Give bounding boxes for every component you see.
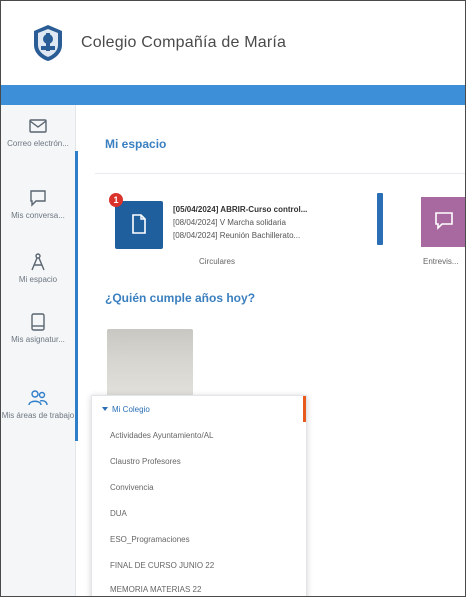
tree-item[interactable]: Claustro Profesores	[92, 448, 302, 474]
tree-item[interactable]: FINAL DE CURSO JUNIO 22	[92, 552, 302, 578]
users-icon	[28, 390, 48, 406]
tree-item-label: DUA	[110, 509, 127, 518]
dropdown-accent	[303, 396, 306, 422]
carousel-next-handle[interactable]	[377, 193, 383, 245]
tree-item-label: Mi Colegio	[112, 405, 150, 414]
circulares-card[interactable]: 1 [05/04/2024] ABRIR-Curso control... [0…	[109, 193, 387, 255]
sidebar-active-indicator	[75, 151, 78, 441]
tree-root-mi-colegio[interactable]: Mi Colegio	[92, 396, 302, 422]
app-title: Colegio Compañía de María	[81, 34, 287, 51]
tree-item-label: Actividades Ayuntamiento/AL	[110, 431, 214, 440]
school-logo	[34, 25, 62, 61]
tree-item-label: Claustro Profesores	[110, 457, 181, 466]
app-window: Colegio Compañía de María Correo electró…	[0, 0, 466, 597]
tree-item[interactable]: Convivencia	[92, 474, 302, 500]
divider	[95, 173, 465, 174]
card-caption: Entrevis...	[423, 257, 459, 266]
tree-item-label: ESO_Programaciones	[110, 535, 190, 544]
document-icon	[132, 214, 146, 234]
circular-item[interactable]: [08/04/2024] V Marcha solidaria	[173, 216, 383, 229]
circular-item[interactable]: [08/04/2024] Reunión Bachillerato...	[173, 229, 383, 242]
top-navigation-bar	[1, 85, 465, 105]
caret-down-icon	[102, 407, 108, 411]
sidebar-item-label: Mis asignatur...	[11, 335, 65, 344]
birthday-title: ¿Quién cumple años hoy?	[105, 291, 256, 305]
compass-icon	[31, 253, 45, 271]
sidebar-item-mail[interactable]: Correo electrón...	[1, 115, 75, 149]
header: Colegio Compañía de María	[1, 1, 465, 85]
workspace-dropdown: Mi Colegio Actividades Ayuntamiento/AL C…	[91, 395, 307, 596]
tree-item-label: MEMORIA MATERIAS 22	[110, 585, 202, 594]
sidebar-item-mi-espacio[interactable]: Mi espacio	[1, 251, 75, 285]
notification-badge: 1	[109, 193, 123, 207]
section-title: Mi espacio	[105, 137, 167, 151]
tree-item-label: FINAL DE CURSO JUNIO 22	[110, 561, 215, 570]
tree-item[interactable]: ESO_Programaciones	[92, 526, 302, 552]
sidebar-item-asignaturas[interactable]: Mis asignatur...	[1, 311, 75, 345]
entrevistas-tile[interactable]	[421, 197, 465, 247]
person-photo[interactable]	[107, 329, 193, 399]
sidebar-item-areas-trabajo[interactable]: Mis áreas de trabajo	[1, 387, 75, 421]
chat-icon	[30, 190, 46, 207]
card-caption: Circulares	[199, 257, 236, 266]
sidebar-item-conversations[interactable]: Mis conversa...	[1, 187, 75, 221]
tree-item[interactable]: MEMORIA MATERIAS 22	[92, 576, 302, 596]
chat-icon	[435, 212, 453, 230]
circular-list: [05/04/2024] ABRIR-Curso control... [08/…	[173, 203, 383, 242]
sidebar: Correo electrón... Mis conversa... Mi es…	[1, 105, 76, 596]
sidebar-item-label: Correo electrón...	[7, 139, 69, 148]
tablet-icon	[31, 313, 45, 331]
mail-icon	[29, 119, 47, 133]
document-tile[interactable]	[115, 201, 163, 249]
sidebar-item-label: Mis conversa...	[11, 211, 65, 220]
tree-item-label: Convivencia	[110, 483, 154, 492]
sidebar-item-label: Mis áreas de trabajo	[1, 411, 75, 420]
circular-item[interactable]: [05/04/2024] ABRIR-Curso control...	[173, 203, 383, 216]
tree-item[interactable]: Actividades Ayuntamiento/AL	[92, 422, 302, 448]
sidebar-item-label: Mi espacio	[18, 275, 58, 284]
tree-item[interactable]: DUA	[92, 500, 302, 526]
